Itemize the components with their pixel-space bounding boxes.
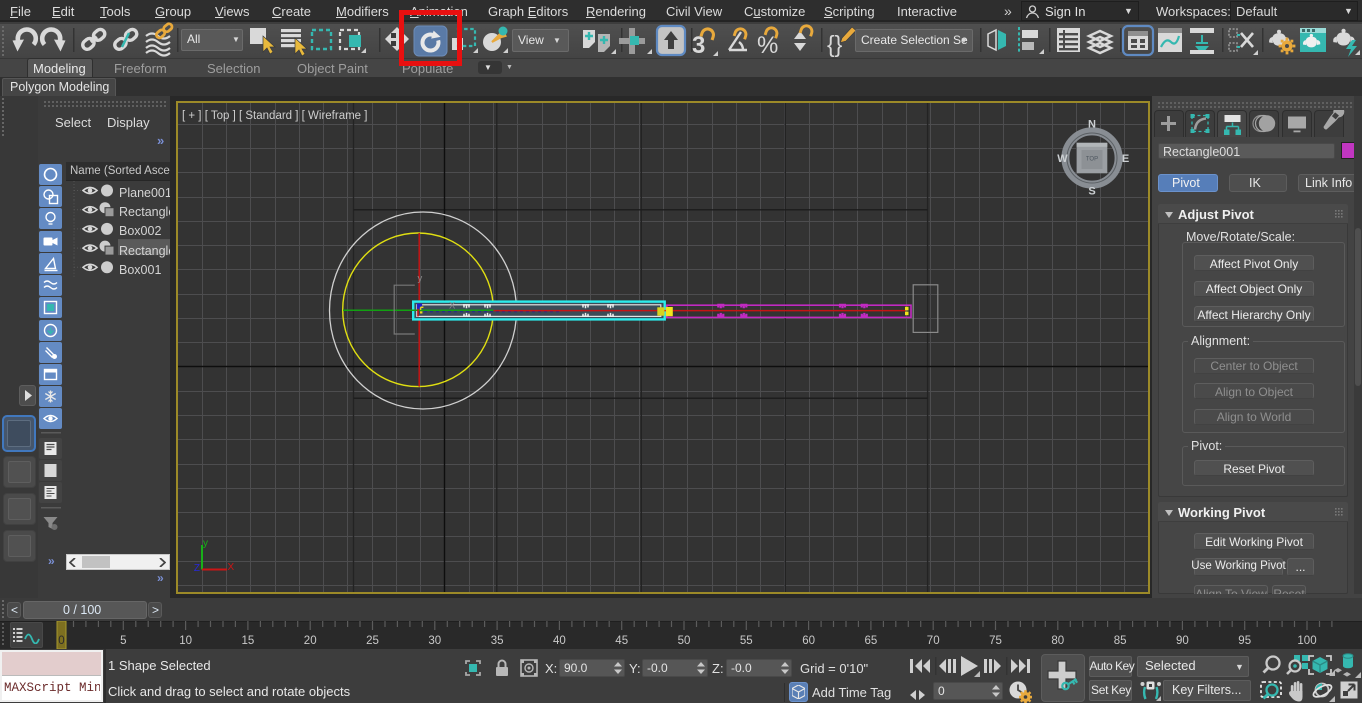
svg-text:80: 80	[1051, 635, 1064, 647]
svg-text:90: 90	[1176, 635, 1189, 647]
svg-text:35: 35	[491, 635, 504, 647]
svg-text:X: X	[228, 562, 235, 573]
svg-text:W: W	[1057, 153, 1068, 165]
svg-text:45: 45	[615, 635, 628, 647]
svg-text:y: y	[203, 538, 208, 549]
svg-text:10: 10	[179, 635, 192, 647]
svg-text:E: E	[1122, 153, 1129, 165]
svg-text:N: N	[1088, 119, 1096, 131]
svg-text:20: 20	[304, 635, 317, 647]
svg-text:0: 0	[58, 635, 64, 647]
svg-text:X: X	[449, 301, 456, 312]
svg-text:30: 30	[428, 635, 441, 647]
svg-text:95: 95	[1238, 635, 1251, 647]
svg-text:50: 50	[678, 635, 691, 647]
svg-text:TOP: TOP	[1086, 157, 1098, 163]
svg-text:100: 100	[1297, 635, 1316, 647]
svg-text:55: 55	[740, 635, 753, 647]
svg-text:S: S	[1088, 186, 1095, 198]
svg-text:65: 65	[865, 635, 878, 647]
svg-text:5: 5	[120, 635, 126, 647]
svg-text:75: 75	[989, 635, 1002, 647]
svg-text:60: 60	[802, 635, 815, 647]
svg-text:70: 70	[927, 635, 940, 647]
svg-text:15: 15	[242, 635, 255, 647]
svg-text:25: 25	[366, 635, 379, 647]
svg-text:y: y	[418, 273, 423, 284]
svg-text:85: 85	[1114, 635, 1127, 647]
svg-text:[ + ] [ Top ] [ Standard ] [ W: [ + ] [ Top ] [ Standard ] [ Wireframe ]	[182, 110, 367, 122]
svg-text:Z: Z	[194, 563, 200, 574]
svg-text:40: 40	[553, 635, 566, 647]
